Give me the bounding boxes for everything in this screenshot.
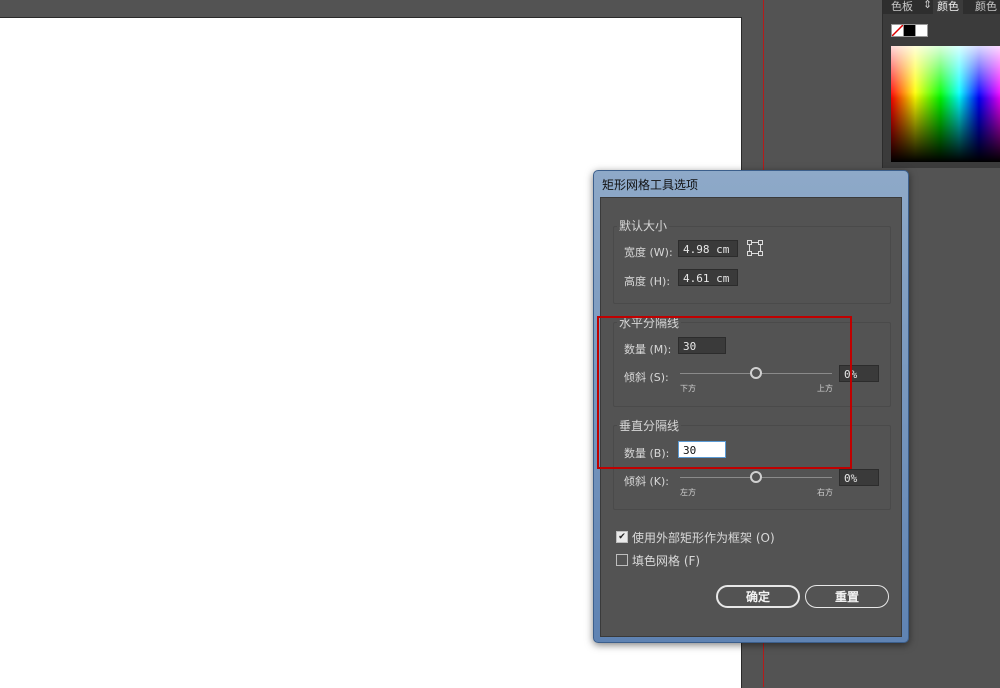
vertical-skew-right-tick: 右方 bbox=[817, 488, 833, 497]
reset-button[interactable]: 重置 bbox=[805, 585, 889, 608]
annotation-highlight-box bbox=[597, 316, 852, 469]
width-input[interactable]: 4.98 cm bbox=[678, 240, 738, 257]
use-outer-rect-label[interactable]: 使用外部矩形作为框架 (O) bbox=[632, 529, 775, 546]
vertical-skew-left-tick: 左方 bbox=[680, 488, 696, 497]
fill-grid-label[interactable]: 填色网格 (F) bbox=[632, 552, 700, 569]
width-label: 宽度 (W): bbox=[624, 246, 673, 259]
vertical-skew-knob[interactable] bbox=[750, 471, 762, 483]
vertical-skew-input[interactable]: 0% bbox=[839, 469, 879, 486]
vertical-skew-label: 倾斜 (K): bbox=[624, 475, 669, 488]
tab-swatches[interactable]: 色板 bbox=[891, 0, 913, 14]
tab-color-guide[interactable]: 颜色 bbox=[975, 0, 997, 14]
dialog-title: 矩形网格工具选项 bbox=[602, 178, 699, 192]
tab-color[interactable]: 颜色 bbox=[933, 0, 963, 14]
color-spectrum[interactable] bbox=[891, 46, 1000, 162]
fill-grid-checkbox[interactable] bbox=[616, 554, 628, 566]
height-label: 高度 (H): bbox=[624, 275, 671, 288]
height-input[interactable]: 4.61 cm bbox=[678, 269, 738, 286]
panel-tab-bar: 色板 ⇕ 颜色 颜色 bbox=[883, 0, 1000, 14]
white-swatch[interactable] bbox=[915, 24, 928, 37]
use-outer-rect-checkbox[interactable]: ✔ bbox=[616, 531, 628, 543]
tab-swap-icon[interactable]: ⇕ bbox=[923, 0, 932, 11]
reference-point-icon[interactable] bbox=[747, 240, 763, 256]
default-size-group bbox=[613, 226, 891, 304]
default-size-title: 默认大小 bbox=[617, 217, 670, 234]
color-panel: 色板 ⇕ 颜色 颜色 bbox=[882, 0, 1000, 168]
ok-button[interactable]: 确定 bbox=[716, 585, 800, 608]
